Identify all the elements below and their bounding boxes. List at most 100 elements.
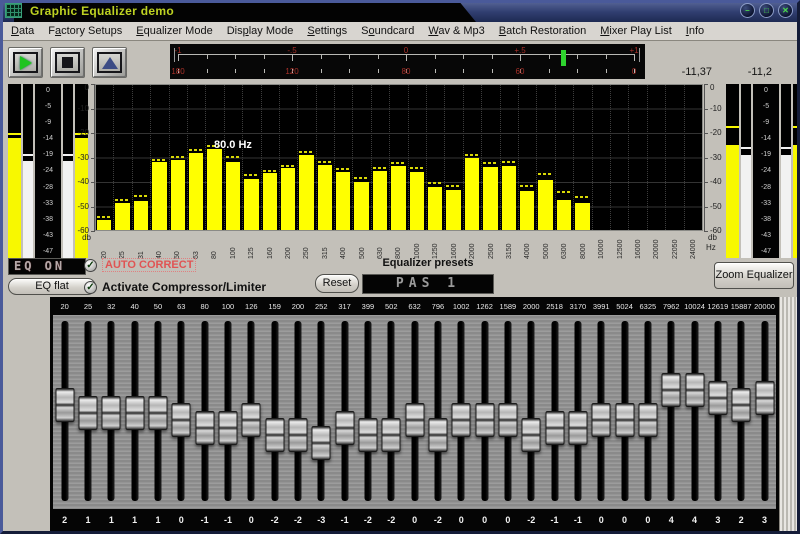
eq-slider-track[interactable]	[528, 321, 535, 501]
compressor-checkbox[interactable]: ✓	[84, 281, 97, 294]
maximize-button[interactable]: □	[759, 3, 774, 18]
eject-button[interactable]	[92, 47, 127, 78]
eq-band-freq-label: 10024	[683, 300, 706, 314]
auto-correct-checkbox[interactable]: ✓	[84, 259, 97, 272]
eq-slider-knob[interactable]	[498, 403, 517, 437]
eq-slider-knob[interactable]	[172, 403, 191, 437]
eq-slider-knob[interactable]	[195, 411, 214, 445]
eq-slider-knob[interactable]	[242, 403, 261, 437]
menu-item-batch-restoration[interactable]: Batch Restoration	[492, 23, 593, 39]
eq-band-freq-label: 63	[170, 300, 193, 314]
menu-item-wav-mp3[interactable]: Wav & Mp3	[421, 23, 491, 39]
meter-scale-label: -38	[753, 216, 779, 223]
eq-slider-20	[53, 315, 76, 509]
eq-slider-track[interactable]	[271, 321, 278, 501]
peak-meter-bar-peak	[793, 126, 800, 128]
auto-correct-label[interactable]: AUTO CORRECT	[102, 258, 196, 272]
menu-item-info[interactable]: Info	[679, 23, 711, 39]
eq-slider-knob[interactable]	[732, 388, 751, 422]
eq-slider-knob[interactable]	[708, 381, 727, 415]
eq-slider-knob[interactable]	[312, 426, 331, 460]
menu-item-soundcard[interactable]: Soundcard	[354, 23, 421, 39]
menu-item-factory-setups[interactable]: Factory Setups	[41, 23, 129, 39]
minimize-button[interactable]: –	[740, 3, 755, 18]
vu-bottom-label: 180	[171, 67, 184, 76]
eq-slider-knob[interactable]	[522, 418, 541, 452]
window-title: Graphic Equalizer demo	[30, 4, 174, 18]
spectrum-band-4000	[518, 85, 536, 230]
eq-slider-knob[interactable]	[755, 381, 774, 415]
eq-slider-knob[interactable]	[125, 396, 144, 430]
spectrum-peak-hold	[354, 177, 368, 179]
eq-slider-track[interactable]	[294, 321, 301, 501]
eq-slider-knob[interactable]	[265, 418, 284, 452]
axis-label: 0	[710, 84, 714, 92]
eq-slider-knob[interactable]	[545, 411, 564, 445]
eq-slider-knob[interactable]	[428, 418, 447, 452]
eq-flat-button[interactable]: EQ flat	[8, 278, 96, 295]
compressor-label[interactable]: Activate Compressor/Limiter	[102, 280, 266, 294]
menu-item-settings[interactable]: Settings	[300, 23, 354, 39]
eq-slider-knob[interactable]	[78, 396, 97, 430]
frequency-label-cell: 16000	[629, 233, 647, 259]
vu-bottom-label: 120	[285, 67, 298, 76]
play-button[interactable]	[8, 47, 43, 78]
spectrum-band-630	[371, 85, 389, 230]
eq-slider-2000	[520, 315, 543, 509]
eq-slider-knob[interactable]	[592, 403, 611, 437]
level-readout-right: -11,2	[730, 66, 772, 78]
eq-slider-knob[interactable]	[102, 396, 121, 430]
eq-slider-knob[interactable]	[218, 411, 237, 445]
eq-band-freq-label: 632	[403, 300, 426, 314]
close-button[interactable]: ✕	[778, 3, 793, 18]
eq-slider-knob[interactable]	[662, 373, 681, 407]
vu-position-indicator[interactable]	[561, 50, 566, 66]
vu-tick-lower	[463, 69, 464, 73]
eq-slider-knob[interactable]	[475, 403, 494, 437]
eq-slider-knob[interactable]	[452, 403, 471, 437]
eq-band-freq-label: 40	[123, 300, 146, 314]
eq-slider-knob[interactable]	[638, 403, 657, 437]
eq-slider-knob[interactable]	[615, 403, 634, 437]
eq-gain-value: 2	[730, 513, 753, 527]
spectrum-analyzer[interactable]: 80.0 Hz	[95, 84, 703, 231]
eq-slider-knob[interactable]	[55, 388, 74, 422]
menu-item-data[interactable]: Data	[4, 23, 41, 39]
eq-slider-knob[interactable]	[335, 411, 354, 445]
zoom-equalizer-button[interactable]: Zoom Equalizer	[714, 262, 794, 289]
eq-slider-knob[interactable]	[568, 411, 587, 445]
eq-slider-track[interactable]	[668, 321, 675, 501]
eq-slider-12619	[706, 315, 729, 509]
eq-band-freq-label: 200	[286, 300, 309, 314]
eq-band-freq-label: 15887	[730, 300, 753, 314]
eq-slider-knob[interactable]	[685, 373, 704, 407]
menu-item-equalizer-mode[interactable]: Equalizer Mode	[129, 23, 219, 39]
eq-slider-track[interactable]	[434, 321, 441, 501]
reset-button[interactable]: Reset	[315, 274, 359, 293]
eq-band-freq-label: 5024	[613, 300, 636, 314]
eq-slider-track[interactable]	[318, 321, 325, 501]
eq-slider-track[interactable]	[388, 321, 395, 501]
eq-slider-knob[interactable]	[148, 396, 167, 430]
spectrum-band-400	[334, 85, 352, 230]
stop-button[interactable]	[50, 47, 85, 78]
frequency-label-cell: 1600	[445, 233, 463, 259]
eq-slider-track[interactable]	[364, 321, 371, 501]
title-bar[interactable]: Graphic Equalizer demo – □ ✕	[0, 0, 800, 22]
menu-item-display-mode[interactable]: Display Mode	[220, 23, 301, 39]
eq-slider-knob[interactable]	[382, 418, 401, 452]
eq-gain-value: -2	[380, 513, 403, 527]
vu-tick	[349, 54, 350, 59]
eq-slider-knob[interactable]	[288, 418, 307, 452]
frequency-label-cell: 6300	[556, 233, 574, 259]
meter-scale-label: -33	[753, 200, 779, 207]
menu-item-mixer-play-list[interactable]: Mixer Play List	[593, 23, 679, 39]
axis-label: -30	[77, 154, 89, 162]
meter-scale-label: -19	[35, 151, 61, 158]
eq-slider-knob[interactable]	[358, 418, 377, 452]
eq-slider-knob[interactable]	[405, 403, 424, 437]
peak-meter-bar-fill	[793, 145, 800, 258]
spectrum-bar	[520, 191, 534, 230]
spectrum-bar	[207, 149, 221, 230]
eq-slider-track[interactable]	[691, 321, 698, 501]
